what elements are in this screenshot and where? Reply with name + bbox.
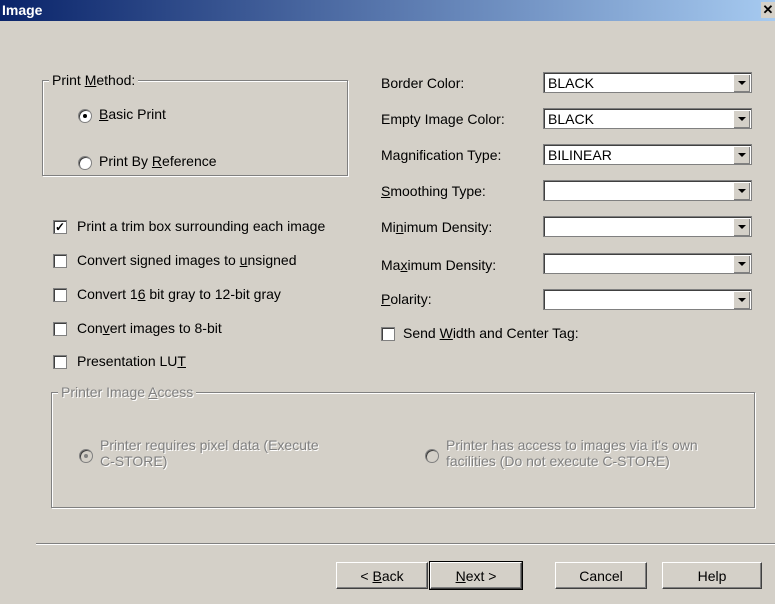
trim-box-checkbox[interactable]: ✓	[53, 220, 67, 234]
print-method-group: Print Method: Basic Print Print By Refer…	[42, 72, 348, 176]
printer-image-access-label: Printer Image Access	[58, 384, 197, 400]
maximum-density-select[interactable]	[543, 253, 752, 274]
convert-16bit-checkbox[interactable]	[53, 288, 67, 302]
help-button[interactable]: Help	[662, 562, 762, 589]
send-width-label[interactable]: Send Width and Center Tag:	[403, 325, 579, 341]
print-by-reference-label[interactable]: Print By Reference	[99, 153, 217, 169]
chevron-down-icon[interactable]	[733, 110, 750, 128]
chevron-down-icon[interactable]	[733, 291, 750, 309]
maximum-density-label: Maximum Density:	[381, 257, 497, 273]
polarity-label: Polarity:	[381, 291, 432, 307]
close-icon[interactable]: ✕	[761, 2, 775, 18]
title-bar: Image ✕	[0, 0, 775, 21]
empty-image-color-label: Empty Image Color:	[381, 111, 505, 127]
has-access-radio[interactable]	[425, 449, 439, 463]
requires-pixel-data-radio[interactable]	[79, 449, 93, 463]
smoothing-type-select[interactable]	[543, 180, 752, 201]
presentation-lut-label[interactable]: Presentation LUT	[77, 353, 186, 369]
magnification-type-select[interactable]: BILINEAR	[543, 144, 752, 165]
smoothing-type-label: Smoothing Type:	[381, 183, 486, 199]
chevron-down-icon[interactable]	[733, 146, 750, 164]
send-width-checkbox[interactable]	[381, 327, 395, 341]
chevron-down-icon[interactable]	[733, 218, 750, 236]
minimum-density-select[interactable]	[543, 216, 752, 237]
convert-8bit-checkbox[interactable]	[53, 322, 67, 336]
trim-box-label[interactable]: Print a trim box surrounding each image	[77, 218, 325, 234]
convert-signed-checkbox[interactable]	[53, 254, 67, 268]
requires-pixel-data-label[interactable]: Printer requires pixel data (Execute C-S…	[100, 437, 330, 469]
cancel-button[interactable]: Cancel	[555, 562, 647, 589]
back-button[interactable]: < Back	[336, 562, 428, 589]
chevron-down-icon[interactable]	[733, 255, 750, 273]
has-access-label[interactable]: Printer has access to images via it's ow…	[446, 437, 746, 469]
window-title: Image	[2, 2, 43, 18]
chevron-down-icon[interactable]	[733, 182, 750, 200]
border-color-select[interactable]: BLACK	[543, 72, 752, 93]
basic-print-radio[interactable]	[78, 109, 92, 123]
basic-print-label[interactable]: Basic Print	[99, 106, 166, 122]
convert-signed-label[interactable]: Convert signed images to unsigned	[77, 252, 296, 268]
border-color-label: Border Color:	[381, 75, 465, 91]
presentation-lut-checkbox[interactable]	[53, 355, 67, 369]
footer-separator	[36, 543, 775, 545]
print-by-reference-radio[interactable]	[78, 156, 92, 170]
minimum-density-label: Minimum Density:	[381, 219, 493, 235]
next-button[interactable]: Next >	[429, 561, 523, 590]
polarity-select[interactable]	[543, 289, 752, 310]
print-method-label: Print Method:	[49, 72, 139, 88]
convert-16bit-label[interactable]: Convert 16 bit gray to 12-bit gray	[77, 286, 281, 302]
printer-image-access-group: Printer Image Access Printer requires pi…	[51, 384, 755, 508]
chevron-down-icon[interactable]	[733, 74, 750, 92]
magnification-type-label: Magnification Type:	[381, 147, 502, 163]
convert-8bit-label[interactable]: Convert images to 8-bit	[77, 320, 222, 336]
empty-image-color-select[interactable]: BLACK	[543, 108, 752, 129]
